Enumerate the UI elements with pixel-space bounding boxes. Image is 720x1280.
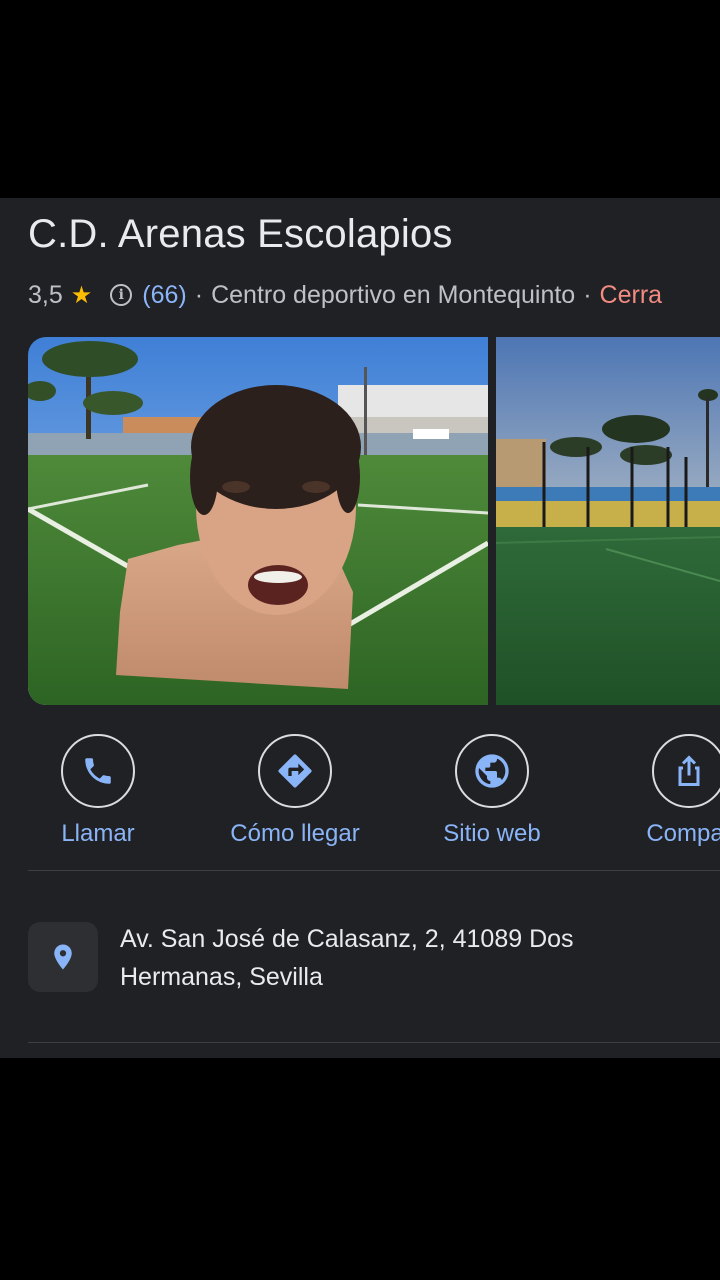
open-status[interactable]: Cerra (600, 281, 663, 310)
directions-icon[interactable] (258, 734, 332, 808)
divider (28, 1042, 720, 1043)
place-title: C.D. Arenas Escolapios (28, 212, 453, 256)
globe-icon[interactable] (455, 734, 529, 808)
rating-value: 3,5 (28, 280, 63, 309)
photo-football-field[interactable] (28, 337, 488, 705)
separator: · (583, 280, 592, 309)
place-meta-row: 3,5 ★ i (66) · Centro deportivo en Monte… (28, 278, 662, 312)
website-button[interactable]: Sitio web (402, 734, 582, 848)
separator: · (194, 280, 204, 309)
action-bar: Llamar Cómo llegar Sitio web Compar (0, 734, 720, 854)
location-pin-icon (28, 922, 98, 992)
photo-carousel[interactable] (28, 337, 720, 705)
divider (28, 870, 720, 871)
info-icon[interactable]: i (110, 284, 133, 306)
directions-button-label: Cómo llegar (230, 820, 360, 847)
call-button-label: Llamar (61, 820, 135, 847)
place-panel: C.D. Arenas Escolapios 3,5 ★ i (66) · Ce… (0, 198, 720, 1058)
directions-button[interactable]: Cómo llegar (205, 734, 385, 848)
star-icon: ★ (70, 281, 93, 309)
share-button[interactable]: Compar (599, 734, 720, 848)
share-button-label: Compar (646, 820, 720, 847)
address-text: Av. San José de Calasanz, 2, 41089 Dos H… (120, 925, 574, 991)
place-category: Centro deportivo en Montequinto (211, 280, 576, 309)
call-button[interactable]: Llamar (8, 734, 188, 848)
website-button-label: Sitio web (443, 820, 541, 847)
photo-football-field-sunset[interactable] (496, 337, 720, 705)
address-row[interactable]: Av. San José de Calasanz, 2, 41089 Dos H… (28, 920, 720, 992)
phone-icon[interactable] (61, 734, 135, 808)
share-icon[interactable] (652, 734, 720, 808)
review-count[interactable]: (66) (142, 281, 186, 310)
